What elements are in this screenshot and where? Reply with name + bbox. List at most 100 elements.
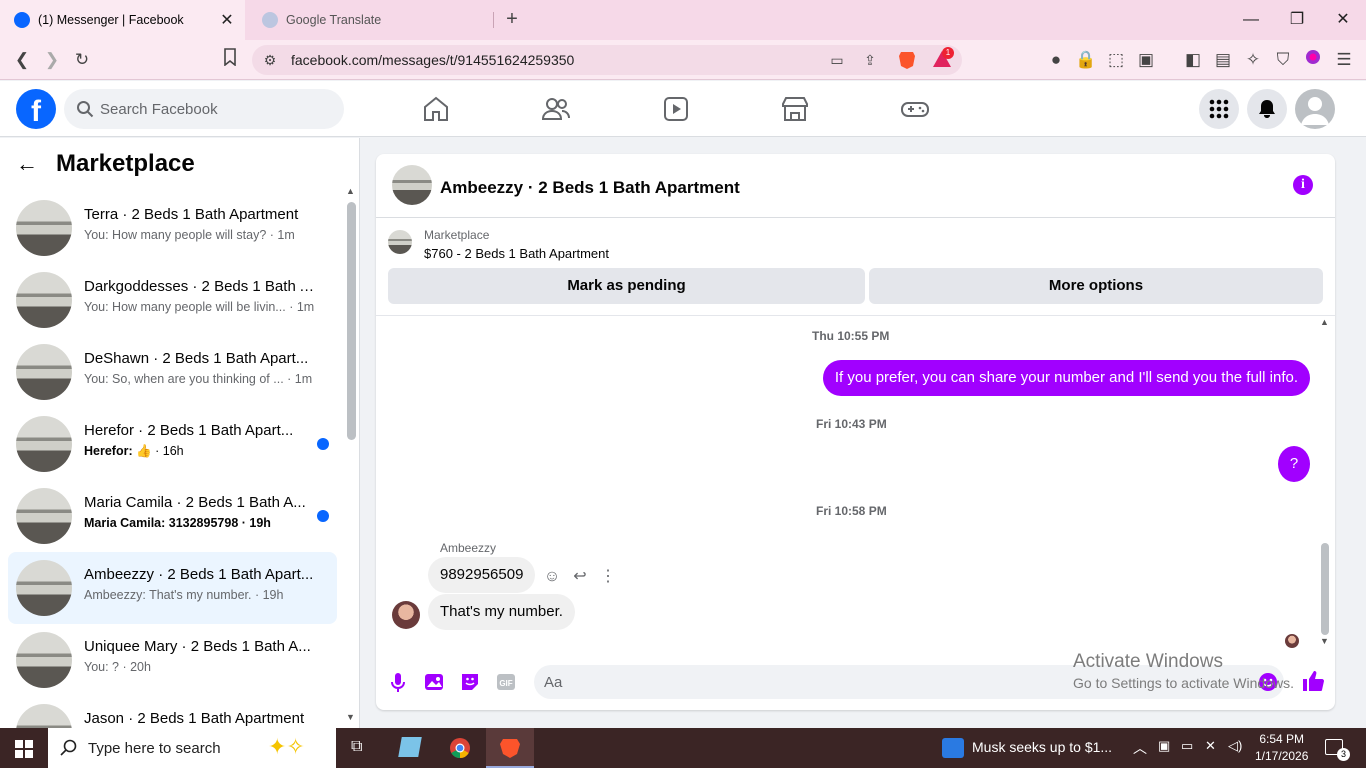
sidebar-toggle-icon[interactable]: ◧	[1181, 48, 1205, 72]
like-icon[interactable]	[1301, 669, 1325, 693]
video-icon[interactable]	[660, 93, 692, 125]
minimize-button[interactable]: —	[1228, 0, 1274, 40]
chat-scrollbar[interactable]	[1321, 543, 1329, 635]
incoming-message[interactable]: 9892956509	[428, 557, 536, 593]
listing-title[interactable]: $760 - 2 Beds 1 Bath Apartment	[424, 246, 609, 261]
listing-thumbnail[interactable]	[388, 230, 412, 254]
friends-icon[interactable]	[540, 93, 572, 125]
microphone-icon[interactable]	[387, 671, 409, 693]
conversation-avatar	[16, 416, 72, 472]
record-icon[interactable]: ●	[1044, 48, 1068, 72]
close-window-button[interactable]: ✕	[1320, 0, 1366, 40]
watermark-title: Activate Windows	[1073, 651, 1223, 672]
photo-icon[interactable]	[423, 671, 445, 693]
meet-now-icon[interactable]: ▣	[1158, 738, 1170, 754]
conversation-item[interactable]: Herefor · 2 Beds 1 Bath Apart... Herefor:…	[8, 408, 337, 480]
react-icon[interactable]: ☺	[542, 567, 562, 587]
chrome-app-icon[interactable]	[436, 728, 484, 768]
news-widget-icon[interactable]	[942, 738, 964, 758]
conversation-item[interactable]: Terra · 2 Beds 1 Bath Apartment You: How …	[8, 192, 337, 264]
bell-icon	[1259, 100, 1275, 118]
conversation-item[interactable]: Uniquee Mary · 2 Beds 1 Bath A... You: ? …	[8, 624, 337, 696]
tab-title: Google Translate	[286, 13, 382, 27]
sticker-icon[interactable]	[459, 671, 481, 693]
search-box[interactable]	[64, 89, 344, 129]
facebook-logo-icon[interactable]: f	[16, 89, 56, 129]
sender-name: Ambeezzy	[440, 541, 497, 555]
close-tab-icon[interactable]: ✕	[217, 10, 237, 30]
conversation-preview: You: How many people will stay? · 1m	[84, 228, 295, 242]
scroll-up-icon[interactable]: ▲	[346, 186, 355, 196]
more-options-button[interactable]: More options	[869, 268, 1323, 304]
back-icon[interactable]: ❮	[10, 48, 34, 72]
taskbar-search[interactable]: Type here to search ✦✧	[48, 728, 336, 768]
conversation-item[interactable]: DeShawn · 2 Beds 1 Bath Apart... You: So,…	[8, 336, 337, 408]
conversation-item[interactable]: Ambeezzy · 2 Beds 1 Bath Apart... Ambeezz…	[8, 552, 337, 624]
share-icon[interactable]: ⇪	[860, 50, 880, 70]
windows-start-icon[interactable]	[15, 740, 33, 758]
site-settings-icon[interactable]: ⚙	[260, 50, 280, 70]
brave-app-icon[interactable]	[486, 728, 534, 768]
reply-icon[interactable]: ↩	[570, 567, 590, 587]
system-tray-chevron-icon[interactable]: ︿	[1133, 738, 1147, 758]
forward-icon[interactable]: ❯	[40, 48, 64, 72]
cast-icon[interactable]: ▭	[827, 50, 847, 70]
outgoing-message[interactable]: ?	[1278, 446, 1310, 482]
gif-icon[interactable]: GIF	[495, 671, 517, 693]
conversation-preview: You: ? · 20h	[84, 660, 151, 674]
more-actions-icon[interactable]: ⋮	[598, 567, 618, 587]
scroll-down-icon[interactable]: ▼	[1320, 636, 1329, 646]
profile-icon[interactable]	[1301, 48, 1325, 72]
menu-grid-button[interactable]	[1199, 89, 1239, 129]
search-icon	[77, 101, 94, 118]
menu-icon[interactable]: ☰	[1332, 48, 1356, 72]
address-bar[interactable]: ⚙ facebook.com/messages/t/91455162425935…	[252, 45, 962, 75]
input-method-icon[interactable]: ✕	[1205, 738, 1216, 754]
maximize-button[interactable]: ❐	[1274, 0, 1320, 40]
new-tab-button[interactable]: +	[500, 8, 524, 32]
reload-icon[interactable]: ↻	[70, 48, 94, 72]
mark-pending-button[interactable]: Mark as pending	[388, 268, 865, 304]
gaming-icon[interactable]	[899, 93, 931, 125]
notepad-app-icon[interactable]	[386, 728, 434, 768]
account-avatar[interactable]	[1295, 89, 1335, 129]
outgoing-message[interactable]: If you prefer, you can share your number…	[822, 360, 1310, 396]
conversation-item[interactable]: Darkgoddesses · 2 Beds 1 Bath A... You: H…	[8, 264, 337, 336]
conversation-avatar	[16, 632, 72, 688]
scroll-down-icon[interactable]: ▼	[346, 712, 355, 722]
bookmark-icon[interactable]	[218, 48, 242, 72]
sender-avatar[interactable]	[392, 601, 420, 629]
clock[interactable]: 6:54 PM 1/17/2026	[1255, 731, 1308, 765]
tab-google-translate[interactable]: Google Translate	[248, 0, 493, 40]
extension-lock-icon[interactable]: 🔒	[1074, 48, 1098, 72]
url-text[interactable]: facebook.com/messages/t/914551624259350	[291, 52, 574, 68]
conversation-item[interactable]: Maria Camila · 2 Beds 1 Bath A... Maria C…	[8, 480, 337, 552]
contact-avatar[interactable]	[392, 165, 432, 205]
back-arrow-icon[interactable]: ←	[16, 151, 46, 177]
extensions-icon[interactable]: ⬚	[1104, 48, 1128, 72]
conversation-item[interactable]: Jason · 2 Beds 1 Bath Apartment	[8, 696, 337, 728]
conversation-name: Ambeezzy · 2 Beds 1 Bath Apart...	[84, 566, 314, 583]
task-view-icon[interactable]: ⧉	[336, 728, 384, 768]
news-headline[interactable]: Musk seeks up to $1...	[972, 739, 1112, 755]
info-icon[interactable]: i	[1293, 175, 1313, 195]
search-input[interactable]	[100, 89, 330, 129]
volume-icon[interactable]: ◁)	[1228, 738, 1242, 754]
tab-messenger[interactable]: (1) Messenger | Facebook ✕	[0, 0, 245, 40]
reading-list-icon[interactable]: ▣	[1134, 48, 1158, 72]
sidebar-scrollbar[interactable]	[347, 202, 356, 440]
network-icon[interactable]: ▭	[1181, 738, 1193, 754]
chat-title[interactable]: Ambeezzy · 2 Beds 1 Bath Apartment	[440, 178, 740, 198]
home-icon[interactable]	[420, 93, 452, 125]
conversation-avatar	[16, 272, 72, 328]
clock-time: 6:54 PM	[1259, 732, 1305, 746]
vpn-icon[interactable]: ⛉	[1271, 48, 1295, 72]
wallet-icon[interactable]: ▤	[1211, 48, 1235, 72]
search-icon	[60, 739, 77, 756]
marketplace-icon[interactable]	[779, 93, 811, 125]
notifications-button[interactable]	[1247, 89, 1287, 129]
leo-ai-icon[interactable]: ✧	[1241, 48, 1265, 72]
incoming-message[interactable]: That's my number.	[428, 594, 575, 630]
scroll-up-icon[interactable]: ▲	[1320, 317, 1329, 327]
brave-shields-icon[interactable]	[897, 50, 917, 70]
